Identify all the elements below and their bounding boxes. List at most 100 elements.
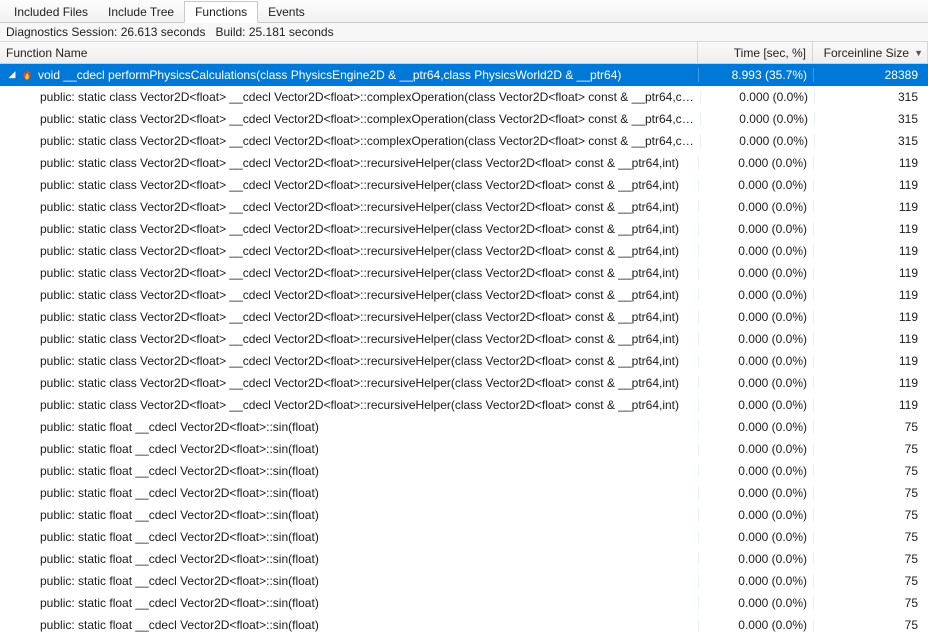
size-value: 315 <box>814 134 928 148</box>
column-header-size-label: Forceinline Size <box>824 46 909 60</box>
expander-icon[interactable]: ◢ <box>6 69 18 80</box>
table-row[interactable]: public: static float __cdecl Vector2D<fl… <box>0 460 928 482</box>
size-value: 75 <box>813 596 928 610</box>
diag-build-label: Build: <box>215 25 245 39</box>
table-row[interactable]: public: static class Vector2D<float> __c… <box>0 306 928 328</box>
size-value: 75 <box>813 442 928 456</box>
size-value: 119 <box>813 222 928 236</box>
table-row[interactable]: public: static float __cdecl Vector2D<fl… <box>0 438 928 460</box>
time-value: 0.000 (0.0%) <box>698 376 813 390</box>
sort-desc-icon: ▼ <box>914 48 923 58</box>
function-name: public: static class Vector2D<float> __c… <box>40 376 679 390</box>
table-row[interactable]: public: static float __cdecl Vector2D<fl… <box>0 548 928 570</box>
size-value: 119 <box>813 398 928 412</box>
size-value: 315 <box>814 90 928 104</box>
function-tree[interactable]: ◢void __cdecl performPhysicsCalculations… <box>0 64 928 637</box>
diag-session-label: Diagnostics Session: <box>6 25 117 39</box>
table-row[interactable]: public: static class Vector2D<float> __c… <box>0 152 928 174</box>
tab-include-tree[interactable]: Include Tree <box>98 2 184 22</box>
table-row[interactable]: public: static float __cdecl Vector2D<fl… <box>0 592 928 614</box>
size-value: 75 <box>813 552 928 566</box>
flame-icon <box>20 68 34 82</box>
column-header-time-label: Time [sec, %] <box>734 46 806 60</box>
tab-events[interactable]: Events <box>258 2 315 22</box>
time-value: 0.000 (0.0%) <box>700 90 814 104</box>
table-row[interactable]: public: static class Vector2D<float> __c… <box>0 372 928 394</box>
table-row[interactable]: public: static class Vector2D<float> __c… <box>0 350 928 372</box>
time-value: 0.000 (0.0%) <box>698 398 813 412</box>
table-row[interactable]: public: static class Vector2D<float> __c… <box>0 86 928 108</box>
column-header-row: Function Name Time [sec, %] Forceinline … <box>0 42 928 64</box>
function-name: public: static float __cdecl Vector2D<fl… <box>40 530 319 544</box>
time-value: 0.000 (0.0%) <box>698 200 813 214</box>
function-name: public: static class Vector2D<float> __c… <box>40 354 679 368</box>
function-name: public: static class Vector2D<float> __c… <box>40 156 679 170</box>
size-value: 119 <box>813 376 928 390</box>
tab-functions[interactable]: Functions <box>184 1 258 23</box>
function-name: public: static class Vector2D<float> __c… <box>40 332 679 346</box>
size-value: 75 <box>813 508 928 522</box>
table-row[interactable]: public: static float __cdecl Vector2D<fl… <box>0 504 928 526</box>
function-name: public: static float __cdecl Vector2D<fl… <box>40 618 319 632</box>
time-value: 0.000 (0.0%) <box>700 112 814 126</box>
time-value: 0.000 (0.0%) <box>698 574 813 588</box>
size-value: 119 <box>813 332 928 346</box>
table-row[interactable]: public: static float __cdecl Vector2D<fl… <box>0 482 928 504</box>
table-row[interactable]: public: static class Vector2D<float> __c… <box>0 108 928 130</box>
time-value: 0.000 (0.0%) <box>698 310 813 324</box>
diag-build-value: 25.181 seconds <box>249 25 334 39</box>
table-row[interactable]: public: static float __cdecl Vector2D<fl… <box>0 526 928 548</box>
size-value: 75 <box>813 420 928 434</box>
function-name: public: static float __cdecl Vector2D<fl… <box>40 442 319 456</box>
column-header-name[interactable]: Function Name <box>0 42 698 63</box>
time-value: 0.000 (0.0%) <box>698 354 813 368</box>
column-header-time[interactable]: Time [sec, %] <box>698 42 813 63</box>
tab-included-files[interactable]: Included Files <box>4 2 98 22</box>
time-value: 0.000 (0.0%) <box>698 464 813 478</box>
table-row[interactable]: public: static class Vector2D<float> __c… <box>0 196 928 218</box>
size-value: 75 <box>813 464 928 478</box>
table-row[interactable]: public: static class Vector2D<float> __c… <box>0 284 928 306</box>
function-name: public: static class Vector2D<float> __c… <box>40 90 694 104</box>
table-row[interactable]: public: static class Vector2D<float> __c… <box>0 174 928 196</box>
function-name: public: static float __cdecl Vector2D<fl… <box>40 464 319 478</box>
size-value: 119 <box>813 200 928 214</box>
size-value: 119 <box>813 178 928 192</box>
size-value: 75 <box>813 574 928 588</box>
time-value: 0.000 (0.0%) <box>698 486 813 500</box>
size-value: 119 <box>813 156 928 170</box>
size-value: 119 <box>813 244 928 258</box>
time-value: 0.000 (0.0%) <box>698 222 813 236</box>
function-name: public: static class Vector2D<float> __c… <box>40 200 679 214</box>
time-value: 0.000 (0.0%) <box>698 244 813 258</box>
function-name: public: static class Vector2D<float> __c… <box>40 310 679 324</box>
function-name: public: static class Vector2D<float> __c… <box>40 178 679 192</box>
time-value: 0.000 (0.0%) <box>698 420 813 434</box>
table-row[interactable]: public: static class Vector2D<float> __c… <box>0 262 928 284</box>
size-value: 119 <box>813 310 928 324</box>
function-name: public: static class Vector2D<float> __c… <box>40 112 694 126</box>
function-name: public: static float __cdecl Vector2D<fl… <box>40 574 319 588</box>
table-row-parent[interactable]: ◢void __cdecl performPhysicsCalculations… <box>0 64 928 86</box>
table-row[interactable]: public: static float __cdecl Vector2D<fl… <box>0 614 928 636</box>
size-value: 28389 <box>813 68 928 82</box>
function-name: public: static class Vector2D<float> __c… <box>40 266 679 280</box>
table-row[interactable]: public: static float __cdecl Vector2D<fl… <box>0 416 928 438</box>
time-value: 0.000 (0.0%) <box>698 530 813 544</box>
table-row[interactable]: public: static class Vector2D<float> __c… <box>0 240 928 262</box>
column-header-name-label: Function Name <box>6 46 87 60</box>
table-row[interactable]: public: static float __cdecl Vector2D<fl… <box>0 570 928 592</box>
diagnostics-bar: Diagnostics Session: 26.613 seconds Buil… <box>0 23 928 42</box>
table-row[interactable]: public: static class Vector2D<float> __c… <box>0 328 928 350</box>
table-row[interactable]: public: static class Vector2D<float> __c… <box>0 130 928 152</box>
function-name: public: static float __cdecl Vector2D<fl… <box>40 486 319 500</box>
time-value: 0.000 (0.0%) <box>698 618 813 632</box>
function-name: public: static class Vector2D<float> __c… <box>40 134 694 148</box>
function-name: public: static class Vector2D<float> __c… <box>40 222 679 236</box>
column-header-size[interactable]: Forceinline Size ▼ <box>813 42 928 63</box>
table-row[interactable]: public: static class Vector2D<float> __c… <box>0 394 928 416</box>
function-name: public: static float __cdecl Vector2D<fl… <box>40 552 319 566</box>
time-value: 0.000 (0.0%) <box>698 156 813 170</box>
table-row[interactable]: public: static class Vector2D<float> __c… <box>0 218 928 240</box>
size-value: 119 <box>813 288 928 302</box>
